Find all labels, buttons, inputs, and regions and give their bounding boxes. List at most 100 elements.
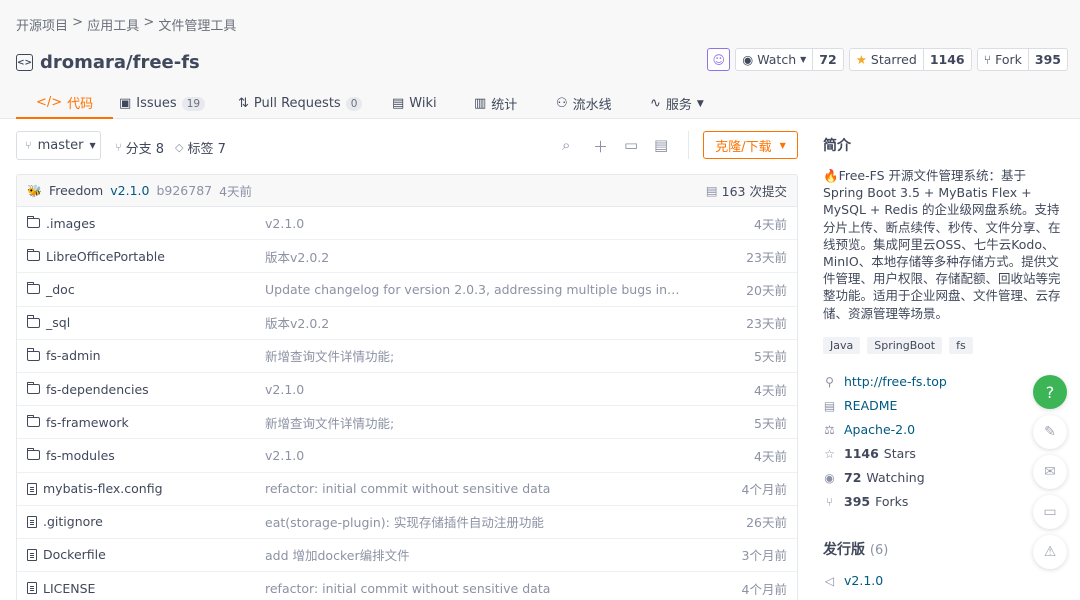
repo-description: 🔥Free-FS 开源文件管理系统：基于 Spring Boot 3.5 + M… [823, 168, 1061, 321]
commit-message[interactable]: v2.1.0 [265, 216, 685, 231]
file-name: LICENSE [43, 580, 96, 596]
tab-pipeline[interactable]: ⚇ 流水线 [556, 88, 612, 119]
file-name-cell[interactable]: LICENSE [27, 581, 95, 596]
file-row[interactable]: _sql 版本v2.0.2 23天前 [17, 307, 797, 340]
tab-label: Pull Requests [253, 96, 341, 111]
file-row[interactable]: .images v2.1.0 4天前 [17, 207, 797, 241]
monitor-icon[interactable]: ▭ [624, 136, 638, 154]
topic-tag[interactable]: Java [823, 337, 861, 354]
watch-count[interactable]: 72 [813, 49, 842, 70]
file-row[interactable]: LICENSE refactor: initial commit without … [17, 572, 797, 600]
file-name-cell[interactable]: .images [26, 215, 95, 231]
file-row[interactable]: fs-admin 新增查询文件详情功能; 5天前 [17, 340, 797, 373]
star-count[interactable]: 1146 [924, 49, 971, 70]
branch-select[interactable]: ⑂ master ▼ [16, 131, 101, 160]
comment-icon[interactable]: ▤ [654, 136, 668, 154]
edit-feedback-button[interactable]: ✎ [1033, 415, 1067, 449]
clone-download-button[interactable]: 克隆/下载 ▼ [703, 131, 798, 159]
file-list: .images v2.1.0 4天前 LibreOfficePortable 版本v2.… [16, 207, 798, 600]
file-name-cell[interactable]: _sql [26, 315, 70, 330]
commit-author[interactable]: Freedom [49, 183, 103, 198]
topic-tag[interactable]: fs [949, 337, 973, 354]
repo-name[interactable]: dromara/free-fs [40, 52, 200, 73]
code-toolbar: ⑂ master ▼ ⑂ 分支 8 ◇ 标签 7 ⌕ ＋ ▭ ▤ 克隆/下载 ▼ [16, 131, 798, 161]
forks-link[interactable]: ⑂ 395 Forks [823, 494, 909, 509]
branches-link[interactable]: ⑂ 分支 8 [115, 138, 164, 157]
fork-icon: ⑂ [983, 52, 992, 67]
commit-hash[interactable]: b926787 [156, 183, 212, 198]
star-label: Starred [870, 52, 917, 67]
commit-message[interactable]: eat(storage-plugin): 实现存储插件自动注册功能 [265, 512, 685, 531]
tab-stats[interactable]: ▥ 统计 [474, 88, 517, 119]
report-button[interactable]: ⚠ [1033, 535, 1067, 569]
help-button[interactable]: ? [1033, 375, 1067, 409]
fork-count[interactable]: 395 [1029, 49, 1067, 70]
author-avatar: 🐝 [27, 183, 42, 198]
readme-link[interactable]: ▤ README [823, 398, 898, 413]
fork-icon: ⑂ [825, 494, 834, 509]
watching-number: 72 [844, 470, 862, 485]
watching-link[interactable]: ◉ 72 Watching [823, 470, 924, 485]
chat-button[interactable]: ▭ [1033, 495, 1067, 529]
file-name: Dockerfile [43, 547, 106, 563]
file-name-cell[interactable]: fs-admin [26, 348, 101, 363]
file-row[interactable]: .gitignore eat(storage-plugin): 实现存储插件自动注… [17, 506, 797, 539]
file-name-cell[interactable]: fs-modules [26, 447, 115, 463]
commit-message[interactable]: 版本v2.0.2 [265, 313, 685, 332]
commit-version[interactable]: v2.1.0 [110, 183, 149, 198]
fork-button[interactable]: ⑂ Fork 395 [976, 48, 1068, 71]
folder-icon [26, 248, 40, 262]
commit-message[interactable]: add 增加docker编排文件 [265, 545, 685, 564]
breadcrumb-open-source[interactable]: 开源项目 [16, 15, 68, 34]
file-name-cell[interactable]: fs-framework [26, 414, 129, 430]
tags-link[interactable]: ◇ 标签 7 [175, 138, 226, 157]
file-row[interactable]: _doc Update changelog for version 2.0.3, … [17, 273, 797, 307]
stars-link[interactable]: ☆ 1146 Stars [823, 446, 916, 461]
file-name-cell[interactable]: LibreOfficePortable [26, 248, 165, 264]
tab-wiki[interactable]: ▤ Wiki [392, 88, 437, 119]
commit-message[interactable]: Update changelog for version 2.0.3, addr… [265, 282, 685, 297]
file-icon [27, 582, 37, 595]
commit-message[interactable]: 新增查询文件详情功能; [265, 413, 685, 432]
file-row[interactable]: LibreOfficePortable 版本v2.0.2 23天前 [17, 240, 797, 274]
license-link[interactable]: ⚖ Apache-2.0 [823, 422, 915, 437]
file-name-cell[interactable]: mybatis-flex.config [27, 481, 163, 496]
file-name-cell[interactable]: Dockerfile [27, 547, 106, 562]
file-name-cell[interactable]: fs-dependencies [26, 381, 149, 397]
file-row[interactable]: Dockerfile add 增加docker编排文件 3个月前 [17, 539, 797, 573]
file-row[interactable]: fs-dependencies v2.1.0 4天前 [17, 373, 797, 407]
file-row[interactable]: fs-modules v2.1.0 4天前 [17, 439, 797, 473]
commit-message[interactable]: refactor: initial commit without sensiti… [265, 481, 685, 496]
commit-message[interactable]: 版本v2.0.2 [265, 247, 685, 266]
commit-message[interactable]: refactor: initial commit without sensiti… [265, 581, 685, 596]
commit-message[interactable]: v2.1.0 [265, 448, 685, 463]
latest-release-link[interactable]: ◁ v2.1.0 [823, 573, 883, 588]
file-name: LibreOfficePortable [46, 248, 165, 264]
tab-issues[interactable]: ▣ Issues 19 [119, 88, 206, 119]
file-name-cell[interactable]: .gitignore [27, 514, 103, 529]
commit-time: 4天前 [754, 448, 787, 464]
commit-message[interactable]: v2.1.0 [265, 382, 685, 397]
tab-code[interactable]: </> 代码 [16, 88, 114, 119]
plus-icon[interactable]: ＋ [593, 136, 608, 157]
commit-message[interactable]: 新增查询文件详情功能; [265, 346, 685, 365]
stars-label: Stars [883, 446, 916, 461]
file-name-cell[interactable]: _doc [26, 281, 75, 297]
homepage-link[interactable]: ⚲ http://free-fs.top [823, 374, 947, 389]
message-button[interactable]: ✉ [1033, 455, 1067, 489]
commit-total-link[interactable]: ▤ 163 次提交 [706, 181, 787, 200]
tab-services[interactable]: ∿ 服务 ▼ [650, 88, 704, 119]
breadcrumb-app-tools[interactable]: 应用工具 [87, 15, 139, 34]
star-button[interactable]: ★ Starred 1146 [848, 48, 972, 71]
breadcrumb-file-tools[interactable]: 文件管理工具 [158, 15, 236, 34]
file-row[interactable]: fs-framework 新增查询文件详情功能; 5天前 [17, 406, 797, 440]
mail-icon: ✉ [1044, 464, 1056, 480]
releases-title: 发行版 (6) [823, 539, 888, 559]
release-tag-icon: ◁ [824, 573, 835, 588]
tab-pull-requests[interactable]: ⇅ Pull Requests 0 [238, 88, 363, 119]
topic-tag[interactable]: SpringBoot [867, 337, 943, 354]
file-row[interactable]: mybatis-flex.config refactor: initial com… [17, 473, 797, 506]
search-icon[interactable]: ⌕ [562, 136, 570, 154]
bot-icon[interactable]: ☺ [707, 48, 731, 71]
watch-button[interactable]: ◉ Watch ▼ 72 [735, 48, 844, 71]
